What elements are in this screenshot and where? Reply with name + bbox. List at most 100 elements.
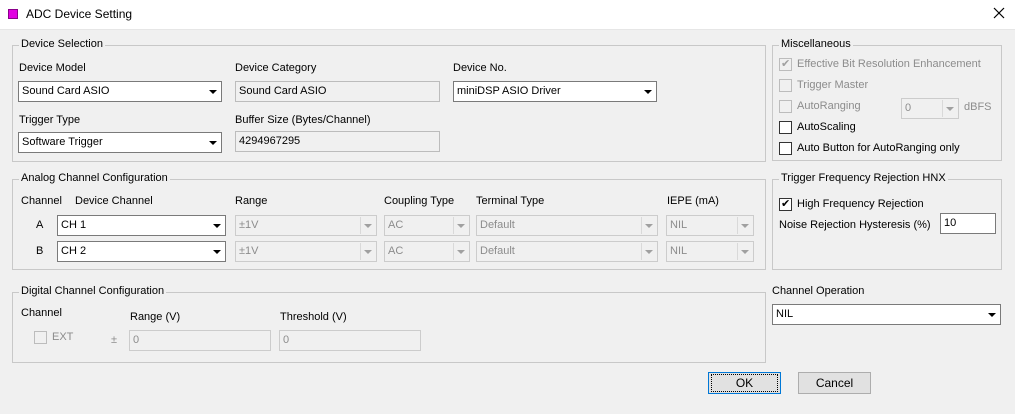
chevron-down-icon[interactable] xyxy=(209,217,224,234)
device-selection-legend: Device Selection xyxy=(19,38,105,50)
buffer-size-label: Buffer Size (Bytes/Channel) xyxy=(235,114,371,126)
analog-terminal-select[interactable]: Default xyxy=(476,241,658,262)
trigger-master-checkbox-box[interactable] xyxy=(779,79,792,92)
device-category-field: Sound Card ASIO xyxy=(235,81,440,102)
buffer-size-value: 4294967295 xyxy=(239,135,301,147)
chevron-down-icon[interactable] xyxy=(641,217,656,234)
analog-iepe-select[interactable]: NIL xyxy=(666,215,754,236)
digital-threshold-field[interactable]: 0 xyxy=(279,330,421,351)
hfr-checkbox-label: High Frequency Rejection xyxy=(797,198,924,210)
device-no-select[interactable]: miniDSP ASIO Driver xyxy=(453,81,657,102)
app-icon xyxy=(8,9,18,19)
analog-header-coupling: Coupling Type xyxy=(384,195,455,207)
device-no-value: miniDSP ASIO Driver xyxy=(457,85,561,97)
cancel-button[interactable]: Cancel xyxy=(798,372,871,394)
trigger-type-value: Software Trigger xyxy=(22,136,103,148)
analog-coupling-value: AC xyxy=(388,219,404,231)
analog-iepe-value: NIL xyxy=(670,219,688,231)
device-model-label: Device Model xyxy=(19,62,86,74)
analog-channel-legend: Analog Channel Configuration xyxy=(19,172,170,184)
trigger-type-label: Trigger Type xyxy=(19,114,81,126)
analog-range-select[interactable]: ±1V xyxy=(235,241,377,262)
chevron-down-icon[interactable] xyxy=(360,217,375,234)
analog-range-value: ±1V xyxy=(239,219,259,231)
window-title: ADC Device Setting xyxy=(26,7,133,21)
digital-channel-group: Digital Channel Configuration xyxy=(12,285,766,363)
analog-header-iepe: IEPE (mA) xyxy=(667,195,719,207)
analog-terminal-value: Default xyxy=(480,245,515,257)
device-model-value: Sound Card ASIO xyxy=(22,85,110,97)
auto-button-checkbox-box[interactable] xyxy=(779,142,792,155)
chevron-down-icon[interactable] xyxy=(205,134,220,151)
chevron-down-icon[interactable] xyxy=(453,217,468,234)
autoranging-value: 0 xyxy=(905,102,912,114)
digital-threshold-value: 0 xyxy=(283,334,290,346)
analog-header-terminal: Terminal Type xyxy=(476,195,545,207)
chevron-down-icon[interactable] xyxy=(205,83,220,100)
chevron-down-icon[interactable] xyxy=(640,83,655,100)
chevron-down-icon[interactable] xyxy=(453,243,468,260)
analog-terminal-select[interactable]: Default xyxy=(476,215,658,236)
device-category-value: Sound Card ASIO xyxy=(239,85,327,97)
analog-coupling-select[interactable]: AC xyxy=(384,215,470,236)
chevron-down-icon[interactable] xyxy=(737,243,752,260)
autoranging-checkbox-box[interactable] xyxy=(779,100,792,113)
chevron-down-icon[interactable] xyxy=(942,100,957,117)
buffer-size-field: 4294967295 xyxy=(235,131,440,152)
analog-iepe-select[interactable]: NIL xyxy=(666,241,754,262)
chevron-down-icon[interactable] xyxy=(641,243,656,260)
ebre-checkbox-label: Effective Bit Resolution Enhancement xyxy=(797,58,981,70)
hfr-checkbox-box[interactable] xyxy=(779,197,792,211)
analog-range-select[interactable]: ±1V xyxy=(235,215,377,236)
ext-checkbox-box[interactable] xyxy=(34,331,47,344)
hysteresis-input[interactable]: 10 xyxy=(940,213,996,234)
trigger-rejection-legend: Trigger Frequency Rejection HNX xyxy=(779,172,948,184)
digital-threshold-label: Threshold (V) xyxy=(280,311,347,323)
autoscaling-checkbox-box[interactable] xyxy=(779,121,792,134)
title-bar: ADC Device Setting xyxy=(0,0,1015,30)
cancel-button-label: Cancel xyxy=(815,376,854,390)
chevron-down-icon[interactable] xyxy=(984,306,999,323)
dbfs-label: dBFS xyxy=(964,101,992,113)
autoscaling-checkbox-label: AutoScaling xyxy=(797,121,856,133)
analog-row-channel: B xyxy=(36,245,44,257)
analog-header-device-channel: Device Channel xyxy=(75,195,153,207)
digital-channel-label: Channel xyxy=(21,307,62,319)
device-category-label: Device Category xyxy=(235,62,317,74)
auto-button-checkbox-label: Auto Button for AutoRanging only xyxy=(797,142,960,154)
channel-operation-value: NIL xyxy=(776,308,794,320)
autoranging-select[interactable]: 0 xyxy=(901,98,959,119)
analog-row-channel: A xyxy=(36,219,44,231)
chevron-down-icon[interactable] xyxy=(360,243,375,260)
close-icon[interactable] xyxy=(988,2,1010,24)
digital-range-label: Range (V) xyxy=(130,311,181,323)
digital-range-field[interactable]: 0 xyxy=(129,330,271,351)
digital-channel-legend: Digital Channel Configuration xyxy=(19,285,167,297)
plus-minus-label: ± xyxy=(111,334,118,346)
miscellaneous-legend: Miscellaneous xyxy=(779,38,853,50)
trigger-master-checkbox-label: Trigger Master xyxy=(797,79,869,91)
channel-operation-label: Channel Operation xyxy=(772,285,865,297)
analog-coupling-select[interactable]: AC xyxy=(384,241,470,262)
device-model-select[interactable]: Sound Card ASIO xyxy=(18,81,222,102)
analog-terminal-value: Default xyxy=(480,219,515,231)
analog-coupling-value: AC xyxy=(388,245,404,257)
autoranging-checkbox-label: AutoRanging xyxy=(797,100,861,112)
analog-device-channel-select[interactable]: CH 1 xyxy=(57,215,226,236)
chevron-down-icon[interactable] xyxy=(209,243,224,260)
analog-header-channel: Channel xyxy=(21,195,62,207)
analog-device-channel-value: CH 2 xyxy=(61,245,87,257)
ok-button[interactable]: OK xyxy=(708,372,781,394)
ext-checkbox-label: EXT xyxy=(52,331,74,343)
digital-range-value: 0 xyxy=(133,334,140,346)
analog-device-channel-select[interactable]: CH 2 xyxy=(57,241,226,262)
channel-operation-select[interactable]: NIL xyxy=(772,304,1001,325)
hysteresis-value: 10 xyxy=(944,217,957,229)
chevron-down-icon[interactable] xyxy=(737,217,752,234)
analog-header-range: Range xyxy=(235,195,268,207)
ebre-checkbox-box[interactable] xyxy=(779,57,792,71)
device-no-label: Device No. xyxy=(453,62,507,74)
ok-button-label: OK xyxy=(710,374,779,392)
analog-iepe-value: NIL xyxy=(670,245,688,257)
trigger-type-select[interactable]: Software Trigger xyxy=(18,132,222,153)
